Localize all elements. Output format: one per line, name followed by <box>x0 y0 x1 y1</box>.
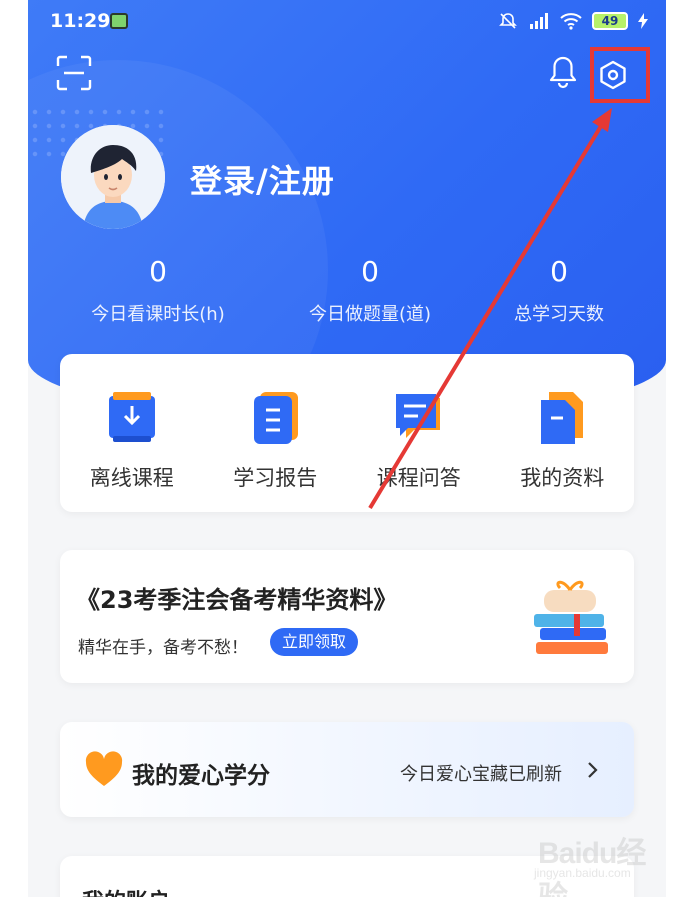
watermark-brand: Baidu经验 <box>538 837 646 897</box>
app-notification-icon <box>110 13 128 29</box>
stat-questions-done[interactable]: 0 今日做题量(道) <box>270 255 470 326</box>
account-card-title: 我的账户 <box>82 884 170 897</box>
stat-value: 0 <box>550 255 568 288</box>
signal-icon <box>530 13 548 29</box>
menu-item-label: 离线课程 <box>89 466 174 490</box>
stat-value: 0 <box>361 255 379 288</box>
wifi-icon <box>560 13 582 30</box>
settings-highlight-box <box>590 47 650 103</box>
menu-item-label: 课程问答 <box>376 466 461 490</box>
download-book-icon <box>108 392 155 442</box>
avatar-boy-icon <box>61 125 165 229</box>
menu-item-label: 学习报告 <box>233 466 318 490</box>
scan-icon[interactable] <box>56 55 92 91</box>
books-gift-icon <box>534 580 608 654</box>
chat-icon <box>395 394 440 438</box>
claim-now-button[interactable]: 立即领取 <box>270 628 359 656</box>
promo-banner[interactable]: 《23考季注会备考精华资料》 精华在手，备考不愁！ 立即领取 <box>60 550 634 683</box>
treasure-refreshed-link[interactable]: 今日爱心宝藏已刷新 <box>400 760 562 786</box>
love-credit-card[interactable]: 我的爱心学分 今日爱心宝藏已刷新 <box>60 722 634 817</box>
stat-label: 今日看课时长(h) <box>91 304 225 325</box>
avatar[interactable] <box>61 125 165 229</box>
status-icons: 49 <box>498 11 648 31</box>
mute-icon <box>499 13 517 29</box>
promo-title: 《23考季注会备考精华资料》 <box>76 586 398 614</box>
menu-item-course-qa[interactable]: 课程问答 <box>347 354 491 512</box>
menu-item-study-report[interactable]: 学习报告 <box>204 354 348 512</box>
app-screen: 11:29 49 登录/注册 0 今日看课时长(h) 0 今日做题量(道) 0 … <box>28 0 666 897</box>
bell-icon[interactable] <box>548 55 578 89</box>
menu-item-offline-courses[interactable]: 离线课程 <box>60 354 204 512</box>
report-icon <box>254 392 299 444</box>
status-bar: 11:29 49 <box>28 0 666 42</box>
promo-subtitle: 精华在手，备考不愁！ <box>78 638 248 658</box>
baidu-watermark: Baidu经验 jingyan.baidu.com <box>530 818 670 897</box>
menu-item-my-materials[interactable]: 我的资料 <box>491 354 635 512</box>
login-register-link[interactable]: 登录/注册 <box>190 156 335 202</box>
stat-value: 0 <box>149 255 167 288</box>
status-time: 11:29 <box>50 10 111 32</box>
heart-icon <box>85 751 123 786</box>
watermark-url: jingyan.baidu.com <box>534 866 631 880</box>
folder-icon <box>541 392 584 444</box>
charging-icon <box>638 13 648 29</box>
stat-study-days[interactable]: 0 总学习天数 <box>459 255 659 326</box>
stat-label: 今日做题量(道) <box>308 304 432 325</box>
chevron-right-icon[interactable] <box>586 760 600 780</box>
stat-watch-hours[interactable]: 0 今日看课时长(h) <box>58 255 258 326</box>
quick-menu: 离线课程 学习报告 课程问答 我的资料 <box>60 354 634 512</box>
menu-item-label: 我的资料 <box>520 466 605 490</box>
stat-label: 总学习天数 <box>514 304 604 325</box>
battery-indicator: 49 <box>592 12 628 30</box>
love-credit-title: 我的爱心学分 <box>132 763 270 789</box>
